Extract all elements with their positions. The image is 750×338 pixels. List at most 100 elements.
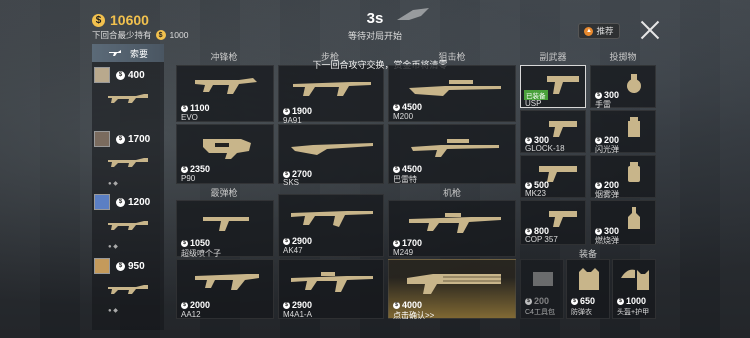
price: $1900: [283, 106, 312, 116]
teammate-money: 1700: [128, 133, 151, 145]
teammate-4[interactable]: $950: [92, 256, 164, 276]
weapon-name: USP: [525, 99, 542, 108]
gun-icon: [108, 50, 121, 56]
weapon-card-usp[interactable]: 已装备 USP: [520, 65, 586, 108]
weapon-card-aa12[interactable]: $2000 AA12: [176, 259, 274, 319]
weapon-card-9a91[interactable]: $1900 9A91: [278, 65, 384, 125]
item-card-helmet[interactable]: $1000 头盔+护甲: [612, 259, 656, 319]
pistol-icon: [549, 211, 577, 227]
avatar: [94, 67, 110, 83]
weapon-card-minigun[interactable]: $4000 点击确认>>: [388, 259, 516, 320]
weapon-name: P90: [181, 174, 196, 183]
confirm-hint: 点击确认>>: [393, 311, 435, 320]
coin-icon: $: [181, 301, 188, 309]
coin-icon: $: [116, 70, 125, 80]
item-card-c4[interactable]: $200 C4工具包: [520, 259, 564, 319]
c4-kit-icon: [533, 272, 553, 286]
price: $4500: [393, 164, 422, 174]
coin-icon: $: [595, 91, 602, 99]
item-card-grenade[interactable]: $300 手雷: [590, 65, 656, 109]
item-card-vest[interactable]: $650 防弹衣: [566, 259, 610, 319]
helmet-armor-icon: [621, 269, 649, 290]
coin-icon: $: [283, 301, 290, 309]
price: $1050: [181, 238, 210, 248]
weapon-card-cop357[interactable]: $800 COP 357: [520, 200, 586, 245]
rifle-icon: [293, 82, 371, 96]
weapon-card-m249[interactable]: $1700 M249: [388, 200, 516, 257]
sniper-icon: [411, 139, 499, 157]
coin-icon: $: [181, 104, 188, 112]
category-smg: 冲锋枪: [210, 52, 238, 62]
avatar: [94, 258, 110, 274]
weapon-name: M200: [393, 112, 414, 121]
price: $2900: [283, 236, 312, 246]
coin-icon: $: [181, 165, 188, 173]
minigun-icon: [407, 274, 501, 294]
weapon-name: EVO: [181, 113, 198, 122]
coin-icon: $: [116, 197, 125, 207]
weapon-name: 巴雷特: [393, 175, 417, 184]
coin-icon: $: [116, 261, 125, 271]
weapon-card-sks[interactable]: $2700 SKS: [278, 124, 384, 187]
price: $1700: [393, 238, 422, 248]
weapon-card-evo[interactable]: $1100 EVO: [176, 65, 274, 122]
weapon-name: MK23: [525, 189, 546, 198]
weapon-card-mk23[interactable]: $500 MK23: [520, 155, 586, 198]
item-card-molotov[interactable]: $300 燃烧弹: [590, 200, 656, 245]
price: $1100: [181, 103, 210, 113]
money-display: $ 10600: [92, 12, 149, 28]
weapon-name: M249: [393, 248, 414, 257]
request-tab[interactable]: 索要: [92, 44, 164, 62]
teammate-money: 1200: [128, 196, 151, 208]
teammate-2[interactable]: $1700: [92, 129, 164, 149]
avatar: [94, 194, 110, 210]
weapon-card-m4a1[interactable]: $2900 M4A1-A: [278, 259, 384, 319]
category-pistol: 副武器: [539, 52, 567, 62]
weapon-card-ak47[interactable]: $2900 AK47: [278, 194, 384, 257]
equipment-icons: ● ◆: [108, 181, 118, 187]
rifle-icon: [291, 211, 373, 227]
weapon-card-barrett[interactable]: $4500 巴雷特: [388, 124, 516, 184]
item-card-smoke[interactable]: $200 烟雾弹: [590, 155, 656, 199]
price: $4000: [393, 300, 422, 310]
recommend-button[interactable]: ▲ 推荐: [578, 23, 620, 39]
item-card-flash[interactable]: $200 闪光弹: [590, 110, 656, 154]
category-shotgun: 霰弹枪: [210, 188, 238, 198]
grenade-icon: [627, 74, 641, 93]
smg-icon: [195, 78, 257, 94]
weapon-name: AK47: [283, 246, 303, 255]
teammate-loadout: ● ◆: [92, 149, 164, 191]
weapon-name: COP 357: [525, 235, 558, 244]
coin-icon: $: [155, 30, 166, 40]
recommend-label: 推荐: [596, 26, 614, 36]
coin-icon: $: [595, 227, 602, 235]
close-button[interactable]: [640, 20, 660, 40]
coin-icon: $: [595, 136, 602, 144]
price: $2900: [283, 300, 312, 310]
item-name: 烟雾弹: [595, 190, 619, 199]
weapon-card-m200[interactable]: $4500 M200: [388, 65, 516, 122]
machine-gun-icon: [409, 213, 501, 233]
coin-icon: $: [393, 301, 400, 309]
equipment-icons: ● ◆: [108, 308, 118, 314]
teammate-loadout: [92, 85, 164, 127]
weapon-name: GLOCK-18: [525, 144, 565, 153]
smg-icon: [203, 139, 251, 159]
min-hold-label: 下回合最少持有: [92, 30, 152, 40]
coin-icon: $: [393, 165, 400, 173]
coin-icon: $: [393, 239, 400, 247]
price: $1000: [617, 296, 646, 306]
weapon-card-super-shotgun[interactable]: $1050 超级喷个子: [176, 200, 274, 258]
coin-icon: $: [92, 13, 105, 27]
category-throwable: 投掷物: [609, 52, 637, 62]
item-name: C4工具包: [525, 309, 555, 316]
teammate-1[interactable]: $400: [92, 65, 164, 85]
weapon-card-glock[interactable]: $300 GLOCK-18: [520, 110, 586, 153]
pistol-icon: [549, 121, 577, 137]
teammate-3[interactable]: $1200: [92, 192, 164, 212]
sniper-icon: [409, 80, 501, 96]
teammate-money: 950: [128, 260, 145, 272]
weapon-card-p90[interactable]: $2350 P90: [176, 124, 274, 184]
coin-icon: $: [283, 237, 290, 245]
molotov-icon: [628, 207, 640, 229]
